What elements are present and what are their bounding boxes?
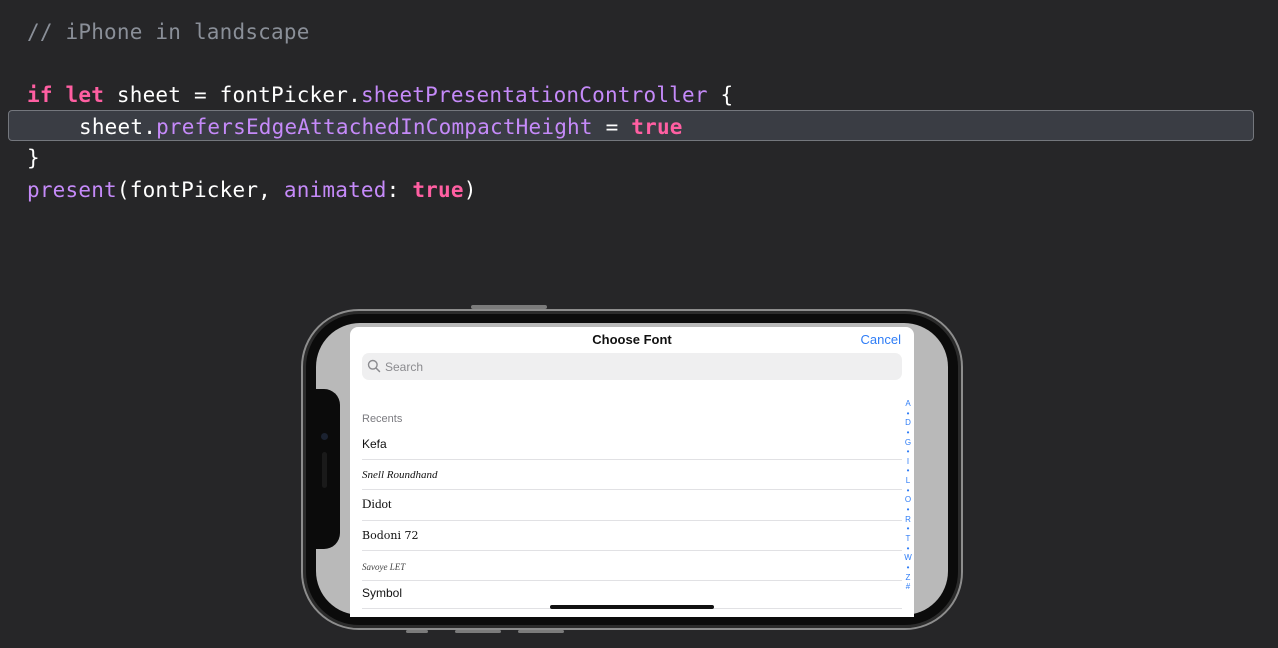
property-prefers-edge-attached: prefersEdgeAttachedInCompactHeight	[156, 115, 593, 139]
index-entry[interactable]: A	[900, 399, 914, 409]
index-entry[interactable]: L	[900, 476, 914, 486]
font-picker-sheet: Choose Font Cancel Recents Kefa Snell Ro…	[350, 327, 914, 617]
keyword-let: let	[65, 83, 105, 107]
keyword-if: if	[27, 83, 53, 107]
section-header-recents: Recents	[362, 413, 403, 425]
code-line-1: if let sheet = fontPicker.sheetPresentat…	[27, 82, 733, 108]
search-input[interactable]	[362, 353, 902, 380]
operator-equals: =	[193, 83, 207, 107]
index-entry[interactable]: Z	[900, 573, 914, 583]
index-entry[interactable]: •	[900, 447, 914, 457]
index-entry[interactable]: R	[900, 515, 914, 525]
index-entry[interactable]: W	[900, 553, 914, 563]
index-entry[interactable]: D	[900, 418, 914, 428]
font-row[interactable]: Snell Roundhand	[362, 460, 902, 490]
method-sheet-presentation-controller: sheetPresentationController	[360, 83, 708, 107]
code-line-3: }	[27, 146, 40, 170]
phone-bottom-button-3	[518, 630, 564, 633]
colon: :	[386, 178, 413, 202]
cancel-button[interactable]: Cancel	[861, 332, 901, 347]
index-entry[interactable]: •	[900, 505, 914, 515]
index-entry[interactable]: I	[900, 457, 914, 467]
code-comment: // iPhone in landscape	[27, 20, 310, 44]
index-entry[interactable]: •	[900, 544, 914, 554]
font-name: Symbol	[362, 586, 403, 600]
identifier-fontpicker: fontPicker.	[219, 83, 361, 107]
index-entry[interactable]: •	[900, 409, 914, 419]
label-animated: animated	[283, 178, 387, 202]
camera-icon	[321, 433, 328, 440]
paren-close: )	[463, 178, 477, 202]
index-entry[interactable]: •	[900, 466, 914, 476]
argument-fontpicker: (fontPicker,	[116, 178, 284, 202]
code-line-2: sheet.prefersEdgeAttachedInCompactHeight…	[79, 114, 683, 140]
phone-bottom-button-1	[406, 630, 428, 633]
index-entry[interactable]: #	[900, 582, 914, 592]
font-name: Didot	[362, 496, 392, 511]
search-icon	[367, 359, 381, 373]
index-entry[interactable]: •	[900, 524, 914, 534]
font-row[interactable]: Bodoni 72	[362, 521, 902, 551]
index-entry[interactable]: •	[900, 486, 914, 496]
identifier-sheet-receiver: sheet.	[79, 115, 157, 139]
font-row[interactable]: Savoye LET	[362, 551, 902, 581]
index-entry[interactable]: T	[900, 534, 914, 544]
literal-true: true	[631, 115, 683, 139]
identifier-sheet: sheet	[116, 83, 182, 107]
index-entry[interactable]: •	[900, 563, 914, 573]
font-name: Kefa	[362, 437, 387, 451]
code-line-4: present(fontPicker, animated: true)	[27, 177, 477, 203]
index-entry[interactable]: O	[900, 495, 914, 505]
font-row[interactable]: Didot	[362, 491, 902, 521]
operator-equals: =	[605, 115, 619, 139]
phone-bottom-button-2	[455, 630, 501, 633]
section-index[interactable]: A • D • G • I • L • O • R • T • W • Z #	[900, 399, 914, 592]
index-entry[interactable]: •	[900, 428, 914, 438]
home-indicator[interactable]	[550, 605, 714, 609]
font-name: Bodoni 72	[362, 529, 419, 542]
brace-open: {	[720, 83, 734, 107]
font-name: Savoye LET	[362, 562, 406, 572]
phone-notch	[316, 389, 340, 549]
font-name: Snell Roundhand	[362, 469, 438, 481]
literal-true-animated: true	[412, 178, 464, 202]
font-row[interactable]: Kefa	[362, 430, 902, 460]
function-present: present	[27, 178, 117, 202]
sheet-title: Choose Font	[592, 332, 672, 347]
speaker-grille	[322, 452, 327, 488]
index-entry[interactable]: G	[900, 438, 914, 448]
